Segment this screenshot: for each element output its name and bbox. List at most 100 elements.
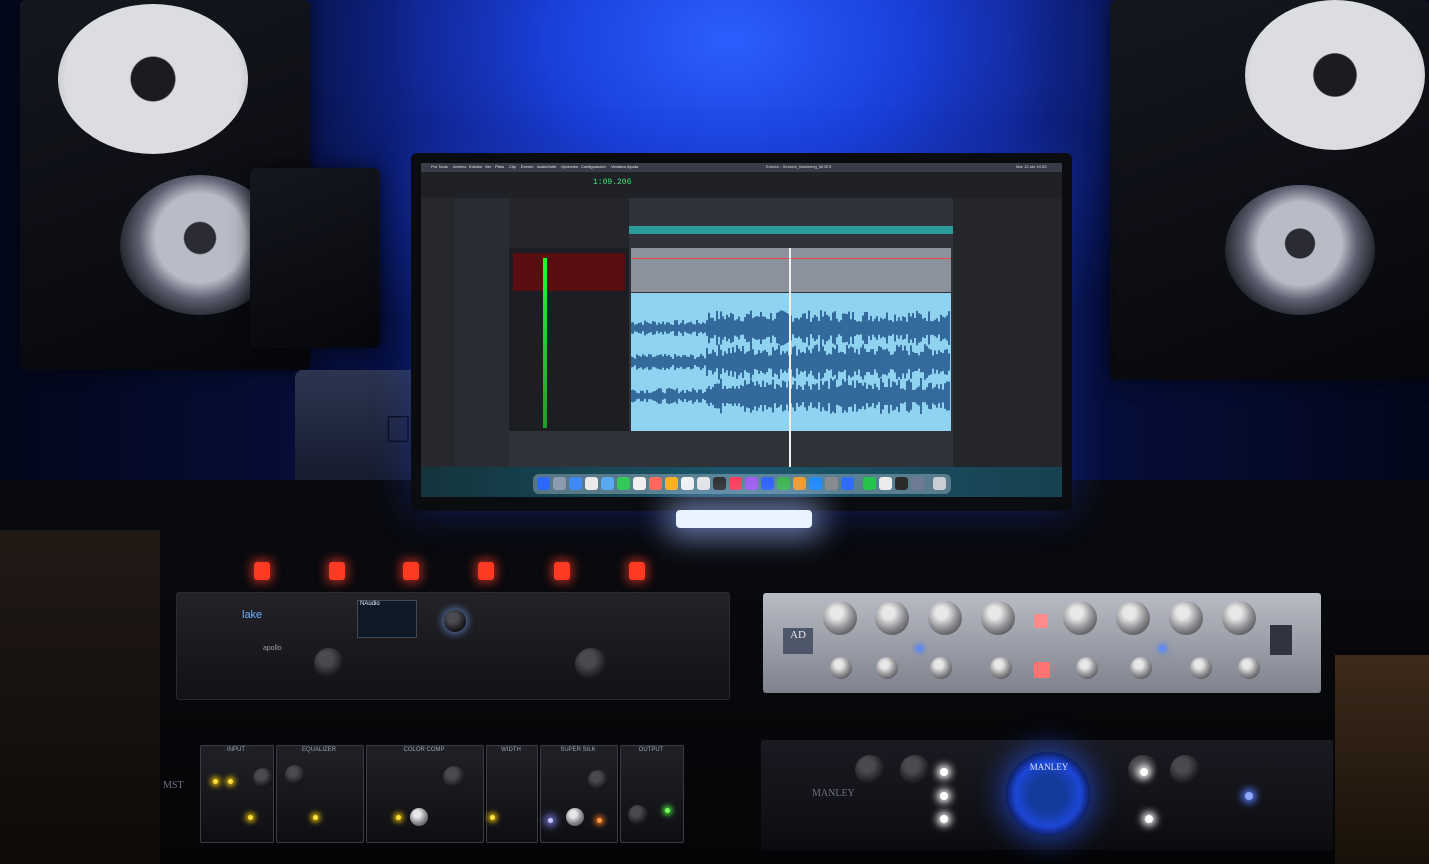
gain-knob[interactable]	[1222, 601, 1256, 635]
monitor-light-bar	[676, 510, 812, 528]
protools-icon[interactable]	[879, 477, 892, 490]
level-meter	[543, 258, 547, 428]
mail-icon[interactable]	[601, 477, 614, 490]
clips-panel	[455, 198, 509, 467]
silk-knob[interactable]	[588, 770, 608, 790]
eq-knob[interactable]	[285, 765, 305, 785]
encoder-knob[interactable]	[444, 610, 466, 632]
gain-knob[interactable]	[823, 601, 857, 635]
keynote-icon[interactable]	[761, 477, 774, 490]
white-led	[940, 792, 948, 800]
waveform-lane[interactable]	[631, 293, 951, 431]
silk-knob[interactable]	[566, 808, 584, 826]
finder-icon[interactable]	[537, 477, 550, 490]
input-section	[200, 745, 274, 843]
menu-item[interactable]: Ayuda	[627, 164, 638, 169]
marker-band[interactable]	[629, 226, 953, 234]
comp-knob[interactable]	[443, 766, 465, 788]
music-icon[interactable]	[729, 477, 742, 490]
trim-knob[interactable]	[1130, 657, 1152, 679]
red-led-indicator	[478, 562, 494, 580]
width-section	[486, 745, 538, 843]
trim-knob[interactable]	[830, 657, 852, 679]
reminders-icon[interactable]	[697, 477, 710, 490]
appstore-icon[interactable]	[809, 477, 822, 490]
messages-icon[interactable]	[617, 477, 630, 490]
automation-lane[interactable]	[631, 248, 951, 292]
gain-knob[interactable]	[1116, 601, 1150, 635]
timeline-ruler[interactable]	[629, 198, 953, 248]
menu-item[interactable]: Evento	[521, 164, 533, 169]
trim-knob[interactable]	[990, 657, 1012, 679]
right-woofer	[1225, 185, 1375, 315]
gain-knob[interactable]	[928, 601, 962, 635]
preview-icon[interactable]	[911, 477, 924, 490]
chrome-icon[interactable]	[585, 477, 598, 490]
yellow-led	[248, 815, 253, 820]
output-knob[interactable]	[628, 805, 648, 825]
gain-knob[interactable]	[981, 601, 1015, 635]
threshold-knob[interactable]	[855, 755, 885, 785]
photos-icon[interactable]	[649, 477, 662, 490]
menu-item[interactable]: Ver	[485, 164, 491, 169]
menu-item[interactable]: Pista	[495, 164, 504, 169]
menu-item[interactable]: Archivo	[453, 164, 466, 169]
green-led	[665, 808, 670, 813]
comp-knob[interactable]	[410, 808, 428, 826]
blue-led	[548, 818, 553, 823]
trim-knob[interactable]	[1076, 657, 1098, 679]
red-led-indicator	[554, 562, 570, 580]
calendar-icon[interactable]	[681, 477, 694, 490]
section-label: OUTPUT	[638, 747, 664, 753]
ratio-knob[interactable]	[900, 755, 930, 785]
playhead-cursor[interactable]	[789, 248, 791, 468]
podcasts-icon[interactable]	[745, 477, 758, 490]
trash-icon[interactable]	[933, 477, 946, 490]
selected-track-block[interactable]	[513, 253, 625, 291]
output-knob[interactable]	[575, 648, 607, 680]
terminal-icon[interactable]	[895, 477, 908, 490]
zoom-icon[interactable]	[841, 477, 854, 490]
white-led	[1145, 815, 1153, 823]
red-led-indicator	[329, 562, 345, 580]
edit-toolbar	[421, 172, 1062, 199]
settings-icon[interactable]	[825, 477, 838, 490]
maps-icon[interactable]	[633, 477, 646, 490]
trim-knob[interactable]	[930, 657, 952, 679]
gain-knob[interactable]	[1169, 601, 1203, 635]
gain-knob[interactable]	[875, 601, 909, 635]
menu-item[interactable]: AudioSuite	[537, 164, 556, 169]
automation-line[interactable]	[631, 258, 951, 259]
appletv-icon[interactable]	[713, 477, 726, 490]
link-button[interactable]	[1034, 662, 1050, 678]
safari-icon[interactable]	[569, 477, 582, 490]
desk-wood-right	[1335, 655, 1429, 864]
trim-knob[interactable]	[876, 657, 898, 679]
output-section	[620, 745, 684, 843]
blue-led	[1160, 646, 1165, 651]
input-knob[interactable]	[253, 768, 273, 788]
whatsapp-icon[interactable]	[863, 477, 876, 490]
menu-item[interactable]: Opciones	[561, 164, 578, 169]
gain-knob[interactable]	[1063, 601, 1097, 635]
menu-item[interactable]: Configuración	[581, 164, 606, 169]
menu-item[interactable]: Ventana	[611, 164, 626, 169]
pages-icon[interactable]	[793, 477, 806, 490]
menu-item[interactable]: Edición	[469, 164, 482, 169]
launchpad-icon[interactable]	[553, 477, 566, 490]
trim-knob[interactable]	[1238, 657, 1260, 679]
menu-item[interactable]: Clip	[509, 164, 516, 169]
monitor-knob[interactable]	[314, 648, 344, 678]
trim-knob[interactable]	[1190, 657, 1212, 679]
link-button[interactable]	[1034, 614, 1048, 628]
white-led	[1140, 768, 1148, 776]
orange-led	[597, 818, 602, 823]
menu-item[interactable]: Pro Tools	[431, 164, 448, 169]
ratio-knob[interactable]	[1170, 755, 1200, 785]
yellow-led	[213, 779, 218, 784]
notes-icon[interactable]	[665, 477, 678, 490]
manley-logo: MANLEY	[812, 788, 855, 799]
right-tweeter	[1245, 0, 1425, 150]
numbers-icon[interactable]	[777, 477, 790, 490]
section-label: COLOR COMP	[403, 747, 445, 753]
